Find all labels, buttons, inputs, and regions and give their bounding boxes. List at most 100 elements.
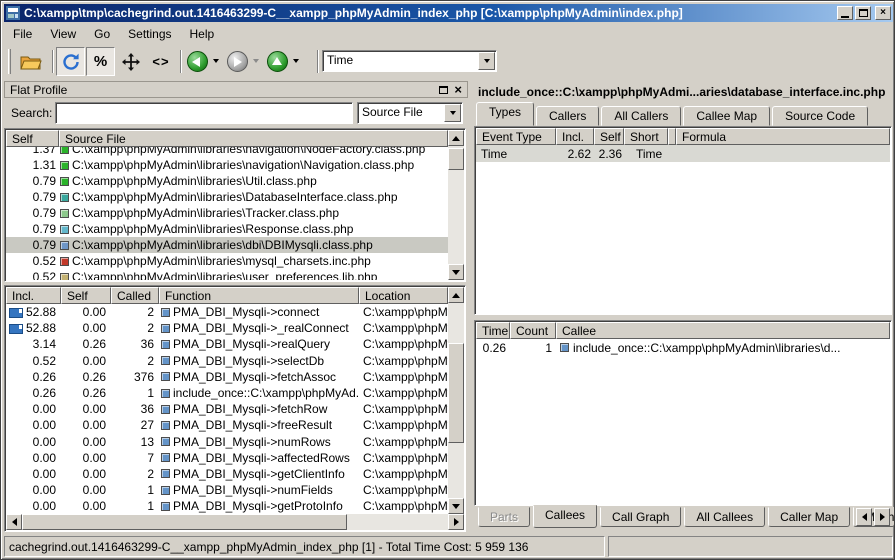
open-button[interactable] [16, 47, 46, 76]
column-header-self[interactable]: Self [61, 287, 111, 304]
function-row[interactable]: 0.260.26376PMA_DBI_Mysqli->fetchAssocC:\… [6, 369, 448, 385]
file-row[interactable]: 0.79C:\xampp\phpMyAdmin\libraries\Respon… [6, 221, 448, 237]
event-type-combobox[interactable]: Time [322, 50, 497, 72]
tab-all-callees[interactable]: All Callees [684, 507, 765, 527]
close-button[interactable]: × [875, 6, 891, 20]
search-input[interactable] [55, 102, 353, 124]
scroll-up-button[interactable] [448, 130, 464, 146]
scroll-down-icon [452, 270, 460, 275]
file-icon [60, 241, 69, 250]
column-header-callee[interactable]: Callee [556, 322, 890, 339]
column-header-incl[interactable]: Incl. [556, 128, 594, 145]
scrollbar-thumb[interactable] [448, 148, 464, 170]
file-row[interactable]: 0.52C:\xampp\phpMyAdmin\libraries\user_p… [6, 269, 448, 280]
tab-scroll-left-button[interactable] [856, 508, 872, 526]
function-row[interactable]: 0.000.007PMA_DBI_Mysqli->affectedRowsC:\… [6, 450, 448, 466]
refresh-button[interactable] [56, 47, 85, 76]
function-row[interactable]: 0.000.0013PMA_DBI_Mysqli->numRowsC:\xamp… [6, 434, 448, 450]
file-row-selected[interactable]: 0.79C:\xampp\phpMyAdmin\libraries\dbi\DB… [6, 237, 448, 253]
column-header-self[interactable]: Self [594, 128, 624, 145]
function-row[interactable]: 0.000.001PMA_DBI_Mysqli->numFieldsC:\xam… [6, 482, 448, 498]
function-row[interactable]: 0.000.0027PMA_DBI_Mysqli->freeResultC:\x… [6, 417, 448, 433]
menu-view[interactable]: View [41, 25, 85, 43]
expand-cost-button[interactable] [117, 47, 145, 76]
tab-callee-map[interactable]: Callee Map [683, 106, 770, 126]
column-header-event-type[interactable]: Event Type [476, 128, 556, 145]
function-row[interactable]: 0.000.002PMA_DBI_Mysqli->getClientInfoC:… [6, 466, 448, 482]
function-icon [161, 372, 170, 381]
function-row[interactable]: 0.260.261include_once::C:\xampp\phpMyAd.… [6, 385, 448, 401]
event-types-table: Event Type Incl. Self Short Formula Time… [474, 126, 892, 315]
dock-float-icon[interactable] [439, 86, 448, 94]
combo-arrow-button[interactable] [478, 52, 495, 70]
tab-call-graph[interactable]: Call Graph [600, 507, 681, 527]
column-header-short[interactable]: Short [624, 128, 668, 145]
file-list-vscrollbar[interactable] [448, 130, 464, 280]
column-header-time[interactable]: Time [476, 322, 510, 339]
event-type-value: Time [323, 51, 477, 71]
scrollbar-thumb[interactable] [22, 514, 347, 530]
file-row[interactable]: 0.79C:\xampp\phpMyAdmin\libraries\Tracke… [6, 205, 448, 221]
column-header-incl[interactable]: Incl. [6, 287, 61, 304]
percent-button[interactable]: % [86, 47, 115, 76]
file-row[interactable]: 1.37C:\xampp\phpMyAdmin\libraries\naviga… [6, 147, 448, 157]
function-row[interactable]: 52.880.002PMA_DBI_Mysqli->_realConnectC:… [6, 320, 448, 336]
column-header-location[interactable]: Location [359, 287, 448, 304]
menu-go[interactable]: Go [85, 25, 119, 43]
open-folder-icon [20, 53, 42, 71]
chevron-down-icon [293, 59, 299, 63]
scroll-down-button[interactable] [448, 498, 464, 514]
dock-close-icon[interactable]: × [454, 85, 462, 95]
function-table-hscrollbar[interactable] [6, 514, 464, 530]
tab-scroll-right-button[interactable] [874, 508, 890, 526]
tab-callers[interactable]: Callers [536, 106, 599, 126]
grouping-combobox[interactable]: Source File [357, 102, 463, 124]
menu-settings[interactable]: Settings [119, 25, 180, 43]
file-row[interactable]: 0.52C:\xampp\phpMyAdmin\libraries\mysql_… [6, 253, 448, 269]
function-icon [161, 486, 170, 495]
scroll-up-button[interactable] [448, 287, 464, 303]
up-icon [267, 51, 288, 72]
back-button[interactable] [185, 47, 209, 76]
function-row[interactable]: 0.000.001PMA_DBI_Mysqli->getProtoInfoC:\… [6, 498, 448, 514]
tab-source-code[interactable]: Source Code [772, 106, 868, 126]
callee-row[interactable]: 0.26 1 include_once::C:\xampp\phpMyAdmin… [476, 339, 890, 356]
column-header-function[interactable]: Function [159, 287, 359, 304]
detail-bottom-tabs: Parts Callees Call Graph All Callees Cal… [478, 507, 895, 530]
minimize-button[interactable] [837, 6, 853, 20]
function-row[interactable]: 3.140.2636PMA_DBI_Mysqli->realQueryC:\xa… [6, 336, 448, 352]
scroll-left-button[interactable] [6, 514, 22, 530]
maximize-button[interactable] [855, 6, 871, 20]
back-dropdown[interactable] [210, 55, 222, 67]
function-row[interactable]: 52.880.002PMA_DBI_Mysqli->connectC:\xamp… [6, 304, 448, 320]
toolbar-handle[interactable] [8, 49, 11, 74]
event-type-row-selected[interactable]: Time 2.62 2.36 Time [476, 145, 890, 162]
relative-cost-button[interactable]: <> [147, 47, 175, 76]
scroll-right-button[interactable] [448, 514, 464, 530]
app-icon[interactable] [6, 6, 20, 20]
file-icon [60, 273, 69, 281]
up-button[interactable] [265, 47, 289, 76]
column-header-self[interactable]: Self [6, 130, 59, 147]
tab-caller-map[interactable]: Caller Map [768, 507, 850, 527]
menu-help[interactable]: Help [181, 25, 224, 43]
file-row[interactable]: 0.79C:\xampp\phpMyAdmin\libraries\Databa… [6, 189, 448, 205]
menu-file[interactable]: File [4, 25, 41, 43]
column-header-formula[interactable]: Formula [676, 128, 890, 145]
function-row[interactable]: 0.520.002PMA_DBI_Mysqli->selectDbC:\xamp… [6, 353, 448, 369]
column-header-called[interactable]: Called [111, 287, 159, 304]
up-dropdown[interactable] [290, 55, 302, 67]
function-row[interactable]: 0.000.0036PMA_DBI_Mysqli->fetchRowC:\xam… [6, 401, 448, 417]
column-header-source-file[interactable]: Source File [59, 130, 448, 147]
scrollbar-thumb[interactable] [448, 343, 464, 443]
file-row[interactable]: 0.79C:\xampp\phpMyAdmin\libraries\Util.c… [6, 173, 448, 189]
tab-all-callers[interactable]: All Callers [601, 106, 681, 126]
close-icon: × [880, 8, 886, 18]
scroll-down-button[interactable] [448, 264, 464, 280]
tab-callees[interactable]: Callees [533, 505, 597, 528]
function-table-vscrollbar[interactable] [448, 287, 464, 514]
file-row[interactable]: 1.31C:\xampp\phpMyAdmin\libraries\naviga… [6, 157, 448, 173]
column-header-count[interactable]: Count [510, 322, 556, 339]
combo-arrow-button[interactable] [444, 104, 461, 122]
tab-types[interactable]: Types [476, 102, 534, 126]
